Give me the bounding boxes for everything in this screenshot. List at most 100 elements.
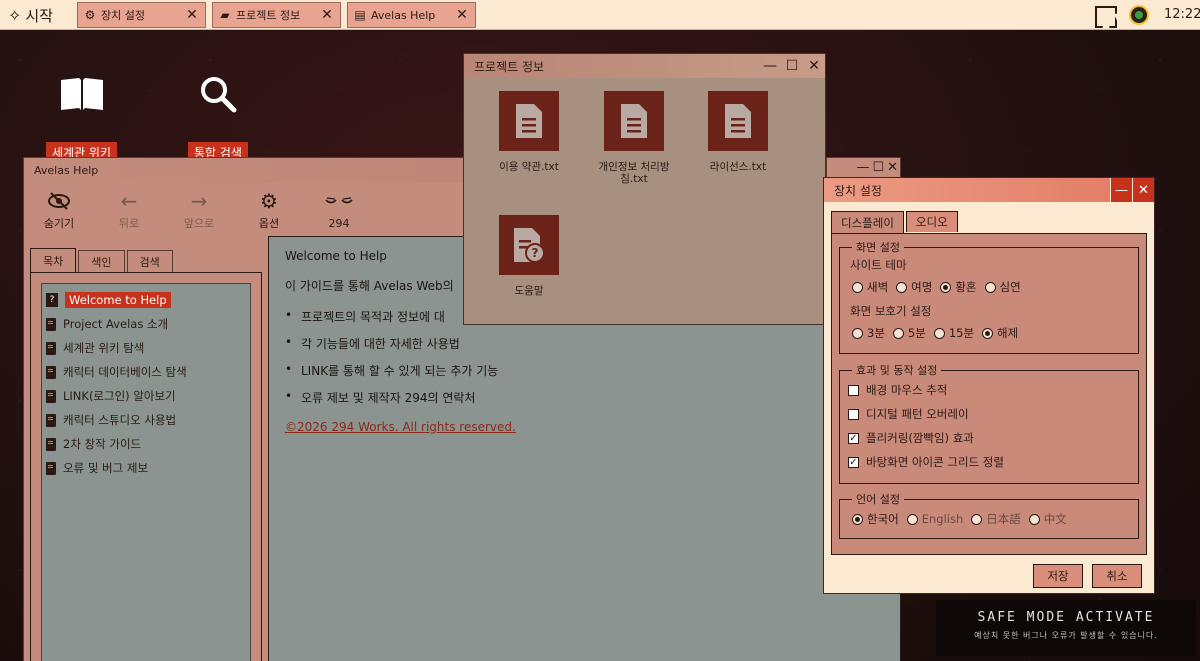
save-button[interactable]: 저장	[1033, 564, 1083, 588]
toc-item-label: 2차 창작 가이드	[63, 437, 142, 451]
tab-search[interactable]: 검색	[126, 250, 173, 272]
close-button[interactable]: ✕	[803, 54, 825, 78]
screensaver-option[interactable]: 15분	[933, 325, 974, 341]
radio-label: 日本語	[986, 512, 1021, 526]
help-file-icon: ?	[499, 215, 559, 275]
safe-mode-title: SAFE MODE ACTIVATE	[977, 610, 1155, 625]
window-title: 프로젝트 정보	[474, 59, 545, 74]
start-label: 시작	[25, 6, 54, 25]
theme-option[interactable]: 심연	[984, 279, 1021, 295]
radio-circle	[933, 327, 945, 339]
options-button[interactable]: ⚙ 옵션	[234, 182, 304, 238]
screensaver-option[interactable]: 5분	[892, 325, 926, 341]
tab-index[interactable]: 색인	[78, 250, 125, 272]
user-button[interactable]: 294	[304, 182, 374, 238]
toc-item[interactable]: 캐릭터 데이터베이스 탐색	[46, 360, 246, 384]
toc-item-label: 세계관 위키 탐색	[63, 341, 145, 355]
language-option[interactable]: English	[906, 511, 963, 527]
effect-checkbox[interactable]: ✓ 플리커링(깜빡임) 효과	[848, 426, 1130, 450]
checkbox-label: 플리커링(깜빡임) 효과	[866, 431, 974, 445]
tab-display[interactable]: 디스플레이	[831, 211, 904, 233]
screensaver-option[interactable]: 3분	[852, 325, 885, 341]
task-settings[interactable]: ⚙ 장치 설정 ✕	[77, 2, 206, 28]
screensaver-option[interactable]: 해제	[982, 325, 1018, 341]
app-logo-icon[interactable]	[1129, 5, 1149, 25]
copyright-link[interactable]: ©2026 294 Works. All rights reserved.	[285, 420, 884, 434]
fullscreen-icon[interactable]	[1095, 6, 1113, 24]
toc-item[interactable]: ? Welcome to Help	[46, 288, 246, 312]
file-name: 라이선스.txt	[709, 161, 767, 173]
file-name: 개인정보 처리방침.txt	[598, 161, 670, 185]
radio-circle	[852, 281, 863, 293]
file-license[interactable]: 라이선스.txt	[693, 91, 783, 173]
minimize-button[interactable]: —	[1110, 178, 1132, 202]
language-option[interactable]: 한국어	[852, 511, 899, 527]
project-titlebar[interactable]: 프로젝트 정보 — ☐ ✕	[464, 54, 825, 78]
toc-item[interactable]: LINK(로그인) 알아보기	[46, 384, 246, 408]
theme-option[interactable]: 새벽	[852, 279, 888, 295]
minimize-button[interactable]: —	[759, 54, 781, 78]
file-terms[interactable]: 이용 약관.txt	[484, 91, 574, 173]
effect-checkbox[interactable]: ✓ 바탕화면 아이콘 그리드 정렬	[848, 450, 1130, 474]
effect-checkbox[interactable]: 배경 마우스 추적	[848, 378, 1130, 402]
toc-item[interactable]: 세계관 위키 탐색	[46, 336, 246, 360]
text-file-icon	[499, 91, 559, 151]
document-icon: ▤	[354, 8, 366, 22]
arrow-left-icon: ←	[120, 189, 138, 213]
minimize-icon[interactable]: —	[856, 160, 869, 175]
group-title: 화면 설정	[856, 241, 900, 254]
cancel-button[interactable]: 취소	[1092, 564, 1142, 588]
start-button[interactable]: ✧ 시작	[8, 4, 53, 26]
toc-item-label: Welcome to Help	[65, 292, 171, 308]
back-button[interactable]: ← 뒤로	[94, 182, 164, 238]
close-icon[interactable]: ✕	[887, 160, 898, 175]
toc-item[interactable]: 오류 및 버그 제보	[46, 456, 246, 480]
text-file-icon	[708, 91, 768, 151]
radio-circle	[982, 327, 994, 339]
maximize-icon[interactable]: ☐	[872, 160, 884, 175]
tab-audio[interactable]: 오디오	[905, 211, 958, 232]
radio-circle	[940, 281, 952, 293]
language-option[interactable]: 中文	[1028, 511, 1067, 527]
language-option[interactable]: 日本語	[971, 511, 1021, 527]
file-help[interactable]: ? 도움말	[484, 215, 574, 297]
forward-button[interactable]: → 앞으로	[164, 182, 234, 238]
radio-circle	[892, 327, 904, 339]
screen-settings-group: 화면 설정 사이트 테마 새벽 여명 황혼 심연 화면 보호기 설정 3분 5분…	[839, 239, 1139, 354]
list-item: 각 기능들에 대한 자세한 사용법	[285, 335, 884, 352]
effect-checkbox[interactable]: 디지털 패턴 오버레이	[848, 402, 1130, 426]
close-icon: ✕	[1138, 182, 1149, 198]
taskbar: ✧ 시작 ⚙ 장치 설정 ✕ ▰ 프로젝트 정보 ✕ ▤ Avelas Help…	[0, 0, 1200, 30]
toc-item[interactable]: 캐릭터 스튜디오 사용법	[46, 408, 246, 432]
close-icon[interactable]: ✕	[185, 7, 199, 23]
task-label: Avelas Help	[371, 8, 436, 22]
toc-item[interactable]: Project Avelas 소개	[46, 312, 246, 336]
minimize-icon: —	[763, 58, 777, 74]
open-book-icon	[52, 64, 112, 124]
settings-titlebar[interactable]: 장치 설정 — ✕	[824, 178, 1154, 202]
toc-item-label: 캐릭터 데이터베이스 탐색	[63, 365, 187, 379]
checkbox-label: 배경 마우스 추적	[866, 383, 948, 397]
task-project[interactable]: ▰ 프로젝트 정보 ✕	[212, 2, 341, 28]
close-icon[interactable]: ✕	[455, 7, 469, 23]
theme-option[interactable]: 황혼	[940, 279, 977, 295]
close-button[interactable]: ✕	[1132, 178, 1154, 202]
toc-panel: 목차 색인 검색 ? Welcome to Help Project Avelas…	[30, 248, 262, 661]
checkbox-checked: ✓	[848, 432, 859, 444]
sparkle-icon: ✧	[8, 5, 22, 25]
list-item: LINK를 통해 할 수 있게 되는 추가 기능	[285, 362, 884, 379]
desktop-icon-search[interactable]: 통합 검색	[188, 64, 248, 163]
folder-icon: ▰	[220, 8, 230, 22]
screensaver-label: 화면 보호기 설정	[850, 304, 932, 318]
theme-option[interactable]: 여명	[896, 279, 932, 295]
desktop-icon-wiki[interactable]: 세계관 위키	[46, 64, 118, 163]
task-help[interactable]: ▤ Avelas Help ✕	[347, 2, 476, 28]
close-icon[interactable]: ✕	[320, 7, 334, 23]
hide-button[interactable]: 숨기기	[24, 182, 94, 238]
file-privacy[interactable]: 개인정보 처리방침.txt	[589, 91, 679, 185]
book-icon	[46, 389, 56, 403]
maximize-button[interactable]: ☐	[781, 54, 803, 78]
tab-contents[interactable]: 목차	[30, 248, 77, 272]
window-title: 장치 설정	[834, 183, 882, 198]
toc-item[interactable]: 2차 창작 가이드	[46, 432, 246, 456]
